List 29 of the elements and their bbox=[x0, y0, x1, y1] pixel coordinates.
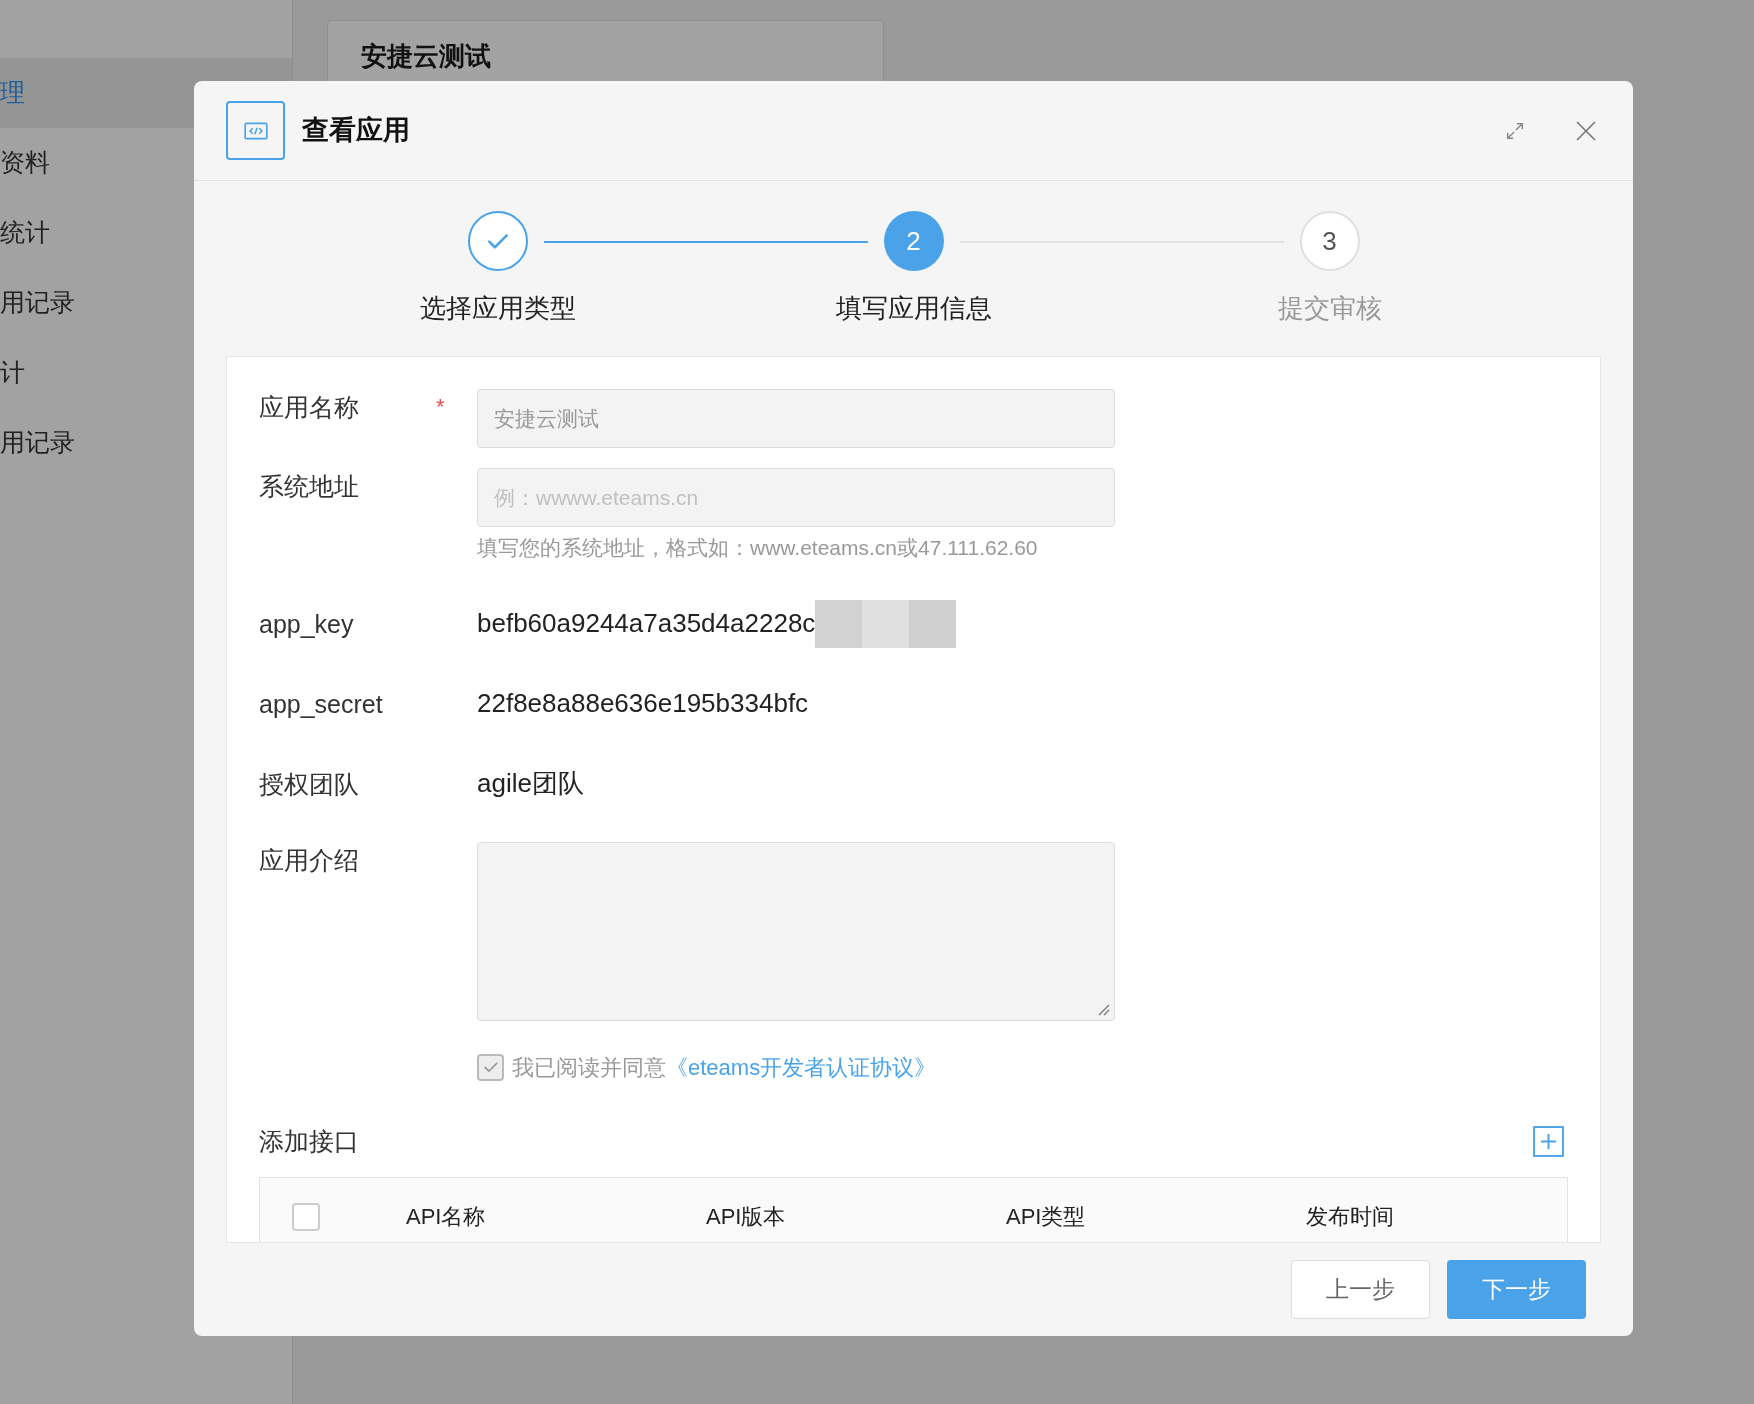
column-header: 发布时间 bbox=[1306, 1203, 1394, 1231]
step-label: 选择应用类型 bbox=[419, 292, 576, 325]
required-mark: * bbox=[436, 393, 445, 421]
column-header: API类型 bbox=[1006, 1203, 1087, 1231]
code-icon bbox=[226, 101, 285, 160]
back-button[interactable]: 上一步 bbox=[1291, 1260, 1430, 1319]
column-header: API版本 bbox=[706, 1203, 787, 1231]
add-icon[interactable] bbox=[1532, 1125, 1565, 1158]
field-label: 系统地址 bbox=[259, 471, 360, 502]
field-label: 应用介绍 bbox=[259, 844, 360, 876]
field-label: app_key bbox=[259, 608, 355, 640]
dialog-title: 查看应用 bbox=[302, 114, 410, 148]
hint-text: 填写您的系统地址，格式如：www.eteams.cn或47.111.62.60 bbox=[477, 535, 1039, 561]
field-label: app_secret bbox=[259, 688, 384, 720]
field-value: 22f8e8a88e636e195b334bfc bbox=[477, 687, 809, 720]
section-title: 添加接口 bbox=[259, 1125, 359, 1157]
step-number: 2 bbox=[906, 224, 921, 258]
field-value: befb60a9244a7a35d4a2228c bbox=[477, 607, 816, 640]
column-header: API名称 bbox=[406, 1203, 487, 1231]
step-label: 提交审核 bbox=[1277, 292, 1382, 325]
agreement-text: 我已阅读并同意 bbox=[512, 1053, 666, 1082]
step-number: 3 bbox=[1322, 224, 1337, 258]
step-label: 填写应用信息 bbox=[835, 292, 992, 325]
field-value: agile团队 bbox=[477, 767, 584, 800]
field-label: 应用名称 bbox=[259, 392, 360, 423]
select-all-checkbox[interactable] bbox=[292, 1202, 320, 1231]
card-title: 安捷云测试 bbox=[361, 41, 491, 71]
close-icon[interactable] bbox=[1574, 118, 1598, 143]
field-label: 授权团队 bbox=[259, 768, 360, 800]
